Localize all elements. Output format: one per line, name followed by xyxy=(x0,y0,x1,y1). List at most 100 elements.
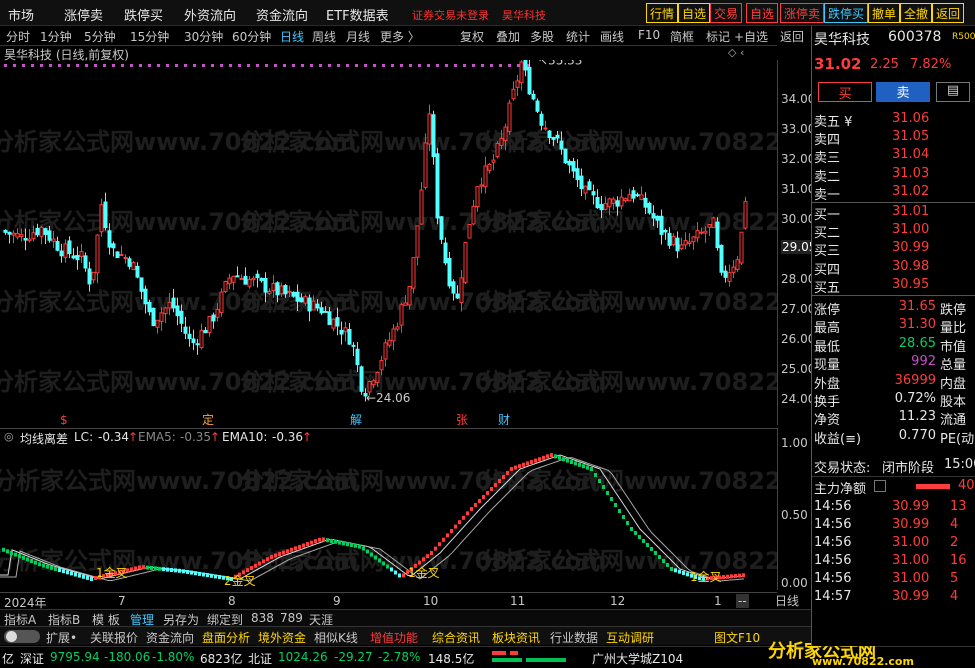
tab-similar-kline[interactable]: 相似K线 xyxy=(314,629,358,646)
tool-multi[interactable]: 多股 xyxy=(530,28,554,45)
toolbar-button[interactable]: 交易 xyxy=(710,3,743,23)
tool-mark[interactable]: 标记 xyxy=(706,28,730,45)
candle-body xyxy=(423,142,428,188)
candlestick-chart[interactable]: 分析家公式网www.70822.com 分析家公式网www.70822.com 分析… xyxy=(0,60,777,425)
menu-capital-flow[interactable]: 资金流向 xyxy=(256,5,308,24)
bz-value: 1024.26 xyxy=(278,650,328,664)
order-book-row[interactable]: 卖三 31.04 xyxy=(812,146,975,166)
period-more[interactable]: 更多 〉 xyxy=(380,28,420,45)
menu-limitup-sell[interactable]: 涨停卖 xyxy=(64,5,103,24)
toolbar-button[interactable]: 行情 xyxy=(646,3,679,23)
period-daily[interactable]: 日线 xyxy=(280,28,304,45)
period-60min[interactable]: 60分钟 xyxy=(232,28,271,45)
osc-bar xyxy=(378,558,381,563)
tab-capital-flow[interactable]: 资金流向 xyxy=(146,629,194,646)
order-level-price: 31.04 xyxy=(892,147,930,163)
order-book-row[interactable]: 买四 30.98 xyxy=(812,258,975,278)
order-book-row[interactable]: 卖四 31.05 xyxy=(812,128,975,148)
order-book-row[interactable]: 卖五 ¥ 31.06 xyxy=(812,110,975,130)
event-marker[interactable]: 张 xyxy=(456,413,468,425)
tool-overlay[interactable]: 叠加 xyxy=(496,28,520,45)
tab-interactive[interactable]: 互动调研 xyxy=(606,629,654,646)
candle-body xyxy=(79,251,84,257)
period-1min[interactable]: 1分钟 xyxy=(40,28,72,45)
order-book-row[interactable]: 卖一 31.02 xyxy=(812,183,975,203)
tab-related-quote[interactable]: 关联报价 xyxy=(90,629,138,646)
osc-tick-label: 0.00 xyxy=(781,576,808,590)
tool-back[interactable]: 返回 xyxy=(780,28,804,45)
bz-pct: -2.78% xyxy=(378,650,421,664)
server-location[interactable]: 广州大学城Z104 xyxy=(592,650,683,667)
order-level-label: 卖一 xyxy=(814,187,841,203)
toolbar-button[interactable]: 涨停卖 xyxy=(780,3,825,23)
event-marker[interactable]: 解 xyxy=(350,413,362,425)
event-marker[interactable]: 财 xyxy=(498,413,510,425)
menu-icon[interactable]: ▤ xyxy=(936,82,970,102)
order-book-row[interactable]: 买一 31.01 xyxy=(812,203,975,223)
event-marker[interactable]: 定 xyxy=(202,412,214,425)
tab-789[interactable]: 789 xyxy=(280,611,303,625)
osc-bar xyxy=(54,566,57,571)
tab-sector-news[interactable]: 板块资讯 xyxy=(492,629,540,646)
event-marker[interactable]: $ xyxy=(60,413,68,425)
osc-bar xyxy=(182,569,185,574)
menu-etf[interactable]: ETF数据表 xyxy=(326,5,389,24)
bz-name[interactable]: 北证 xyxy=(248,650,272,667)
netflow-toggle-icon[interactable] xyxy=(874,480,886,492)
sell-button[interactable]: 卖 xyxy=(876,82,930,102)
osc-bar xyxy=(726,574,729,579)
order-book-row[interactable]: 买五 30.95 xyxy=(812,276,975,296)
candle-body xyxy=(47,230,52,241)
osc-bar xyxy=(634,531,637,535)
tool-f10[interactable]: F10 xyxy=(638,28,660,42)
tab-news[interactable]: 综合资讯 xyxy=(432,629,480,646)
menu-market[interactable]: 市场 xyxy=(8,5,34,24)
order-book-row[interactable]: 买三 30.99 xyxy=(812,239,975,259)
candle-body xyxy=(375,372,380,383)
tab-market-analysis[interactable]: 盘面分析 xyxy=(202,629,250,646)
tab-f10[interactable]: 图文F10 xyxy=(714,629,760,646)
toolbar-button[interactable]: 全撤 xyxy=(900,3,933,23)
menu-limitdown-buy[interactable]: 跌停买 xyxy=(124,5,163,24)
tab-foreign-capital[interactable]: 境外资金 xyxy=(258,629,306,646)
tab-838[interactable]: 838 xyxy=(251,611,274,625)
osc-bar xyxy=(574,461,577,466)
signal-dot xyxy=(409,64,412,67)
tab-value-added[interactable]: 增值功能 xyxy=(370,629,418,646)
period-30min[interactable]: 30分钟 xyxy=(184,28,223,45)
tool-stats[interactable]: 统计 xyxy=(566,28,590,45)
tab-industry-data[interactable]: 行业数据 xyxy=(550,629,598,646)
toolbar-button[interactable]: 跌停买 xyxy=(824,3,869,23)
period-15min[interactable]: 15分钟 xyxy=(130,28,169,45)
period-weekly[interactable]: 周线 xyxy=(312,28,336,45)
stat-row: 涨停 31.65 跌停 xyxy=(812,298,975,318)
osc-bar xyxy=(218,575,221,580)
time-label[interactable]: -- xyxy=(736,594,749,608)
tick-row: 14:56 30.99 4 xyxy=(812,516,975,535)
menu-foreign-flow[interactable]: 外资流向 xyxy=(184,5,236,24)
period-monthly[interactable]: 月线 xyxy=(346,28,370,45)
diamond-icon[interactable]: ◇ ‹ xyxy=(728,46,744,59)
order-book-row[interactable]: 买二 31.00 xyxy=(812,221,975,241)
toolbar-button[interactable]: 返回 xyxy=(932,3,965,23)
tool-draw[interactable]: 画线 xyxy=(600,28,624,45)
toolbar-button[interactable]: 自选 xyxy=(746,3,779,23)
period-5min[interactable]: 5分钟 xyxy=(84,28,116,45)
toolbar-button[interactable]: 自选 xyxy=(678,3,711,23)
buy-button[interactable]: 买 xyxy=(818,82,872,102)
mode-label[interactable]: 日线 xyxy=(775,592,799,609)
sz-name[interactable]: 深证 xyxy=(20,650,44,667)
login-notice[interactable]: 证券交易未登录 xyxy=(412,7,489,23)
tool-adjust[interactable]: 复权 xyxy=(460,28,484,45)
arrow-up-icon: ↑ xyxy=(128,430,139,444)
order-book-row[interactable]: 卖二 31.03 xyxy=(812,165,975,185)
tab-expand[interactable]: 扩展• xyxy=(46,629,77,646)
period-intraday[interactable]: 分时 xyxy=(6,28,30,45)
oscillator-chart[interactable]: 分析家公式网www.70822.com分析家公式网www.70822.com分析… xyxy=(0,428,777,590)
candle-body xyxy=(435,153,440,219)
tool-add-watch[interactable]: +自选 xyxy=(734,28,768,45)
toolbar-button[interactable]: 撤单 xyxy=(868,3,901,23)
osc-bar xyxy=(310,540,313,545)
notice-stock[interactable]: 昊华科技 xyxy=(502,7,546,23)
tool-simple[interactable]: 简框 xyxy=(670,28,694,45)
